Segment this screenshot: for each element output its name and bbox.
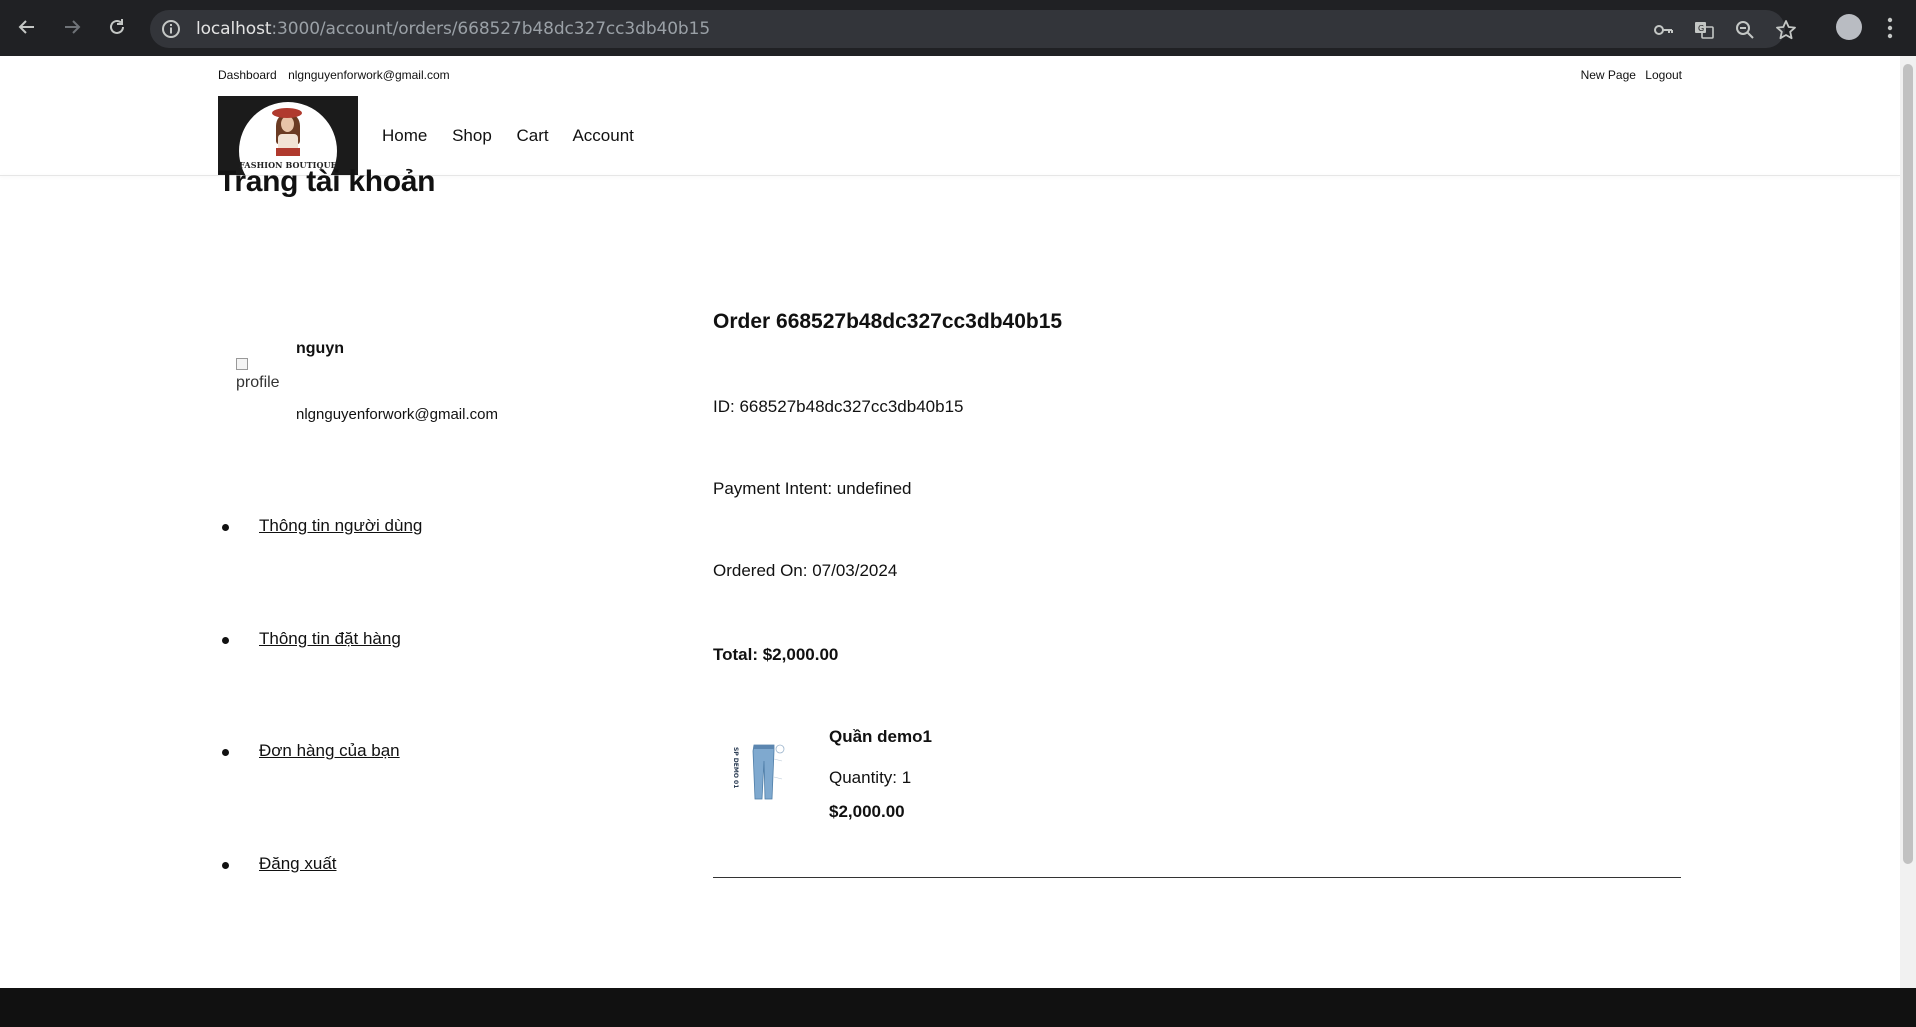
page-scrollbar[interactable] (1900, 56, 1916, 988)
page-title: Trang tài khoản (218, 165, 436, 198)
top-utility-bar: Dashboard nlgnguyenforwork@gmail.com New… (218, 68, 1682, 84)
nav-cart[interactable]: Cart (517, 126, 549, 145)
product-name[interactable]: Quần demo1 (829, 727, 932, 747)
main-nav: Home Shop Cart Account (382, 126, 654, 146)
bullet-icon (222, 862, 229, 869)
logo-hat (272, 108, 302, 118)
product-quantity: Quantity: 1 (829, 768, 912, 787)
site-logo[interactable]: FASHION BOUTIQUE (218, 96, 358, 176)
user-email-link[interactable]: nlgnguyenforwork@gmail.com (288, 68, 450, 82)
url-path: :3000/account/orders/668527b48dc327cc3db… (271, 19, 711, 39)
dashboard-link[interactable]: Dashboard (218, 68, 277, 82)
order-id: ID: 668527b48dc327cc3db40b15 (713, 397, 964, 416)
profile-name: nguyn (296, 340, 344, 357)
zoom-icon[interactable] (1734, 19, 1756, 41)
order-date: Ordered On: 07/03/2024 (713, 561, 898, 580)
logo-face (281, 116, 294, 132)
new-page-link[interactable]: New Page (1581, 68, 1636, 82)
your-orders-link[interactable]: Đơn hàng của bạn (259, 741, 400, 761)
star-icon[interactable] (1775, 19, 1797, 41)
order-item-divider (713, 877, 1681, 878)
reload-icon[interactable] (103, 13, 131, 41)
address-bar[interactable]: localhost:3000/account/orders/668527b48d… (150, 10, 1796, 48)
bullet-icon (222, 749, 229, 756)
footer-band (0, 988, 1916, 1027)
back-icon[interactable] (13, 13, 41, 41)
url-host: localhost (196, 19, 272, 39)
nav-home[interactable]: Home (382, 126, 427, 145)
kebab-menu-icon[interactable] (1880, 14, 1900, 42)
scrollbar-thumb[interactable] (1903, 64, 1913, 864)
avatar-alt-text: profile (236, 374, 280, 391)
url-text[interactable]: localhost:3000/account/orders/668527b48d… (196, 10, 710, 48)
order-total: Total: $2,000.00 (713, 645, 839, 664)
logout-link[interactable]: Logout (1645, 68, 1682, 82)
profile-email: nlgnguyenforwork@gmail.com (296, 406, 498, 423)
order-info-link[interactable]: Thông tin đặt hàng (259, 629, 401, 649)
browser-toolbar: localhost:3000/account/orders/668527b48d… (0, 0, 1916, 56)
forward-icon[interactable] (58, 13, 86, 41)
translate-icon[interactable]: G (1693, 19, 1715, 41)
side-logout-link[interactable]: Đăng xuất (259, 854, 337, 874)
product-thumbnail: SP DEMO 01 (728, 737, 790, 805)
broken-image-icon (236, 358, 248, 370)
svg-text:G: G (1698, 24, 1704, 33)
bullet-icon (222, 637, 229, 644)
product-thumb-text: SP DEMO 01 (732, 747, 739, 788)
profile-avatar-icon[interactable] (1836, 14, 1862, 40)
info-icon[interactable] (160, 18, 182, 40)
user-info-link[interactable]: Thông tin người dùng (259, 516, 422, 536)
password-key-icon[interactable] (1652, 19, 1674, 41)
nav-shop[interactable]: Shop (452, 126, 492, 145)
logo-skirt (276, 148, 300, 156)
order-payment-intent: Payment Intent: undefined (713, 479, 912, 498)
product-price: $2,000.00 (829, 802, 905, 821)
bullet-icon (222, 524, 229, 531)
nav-account[interactable]: Account (572, 126, 633, 145)
profile-avatar-image: profile (236, 356, 288, 400)
order-title: Order 668527b48dc327cc3db40b15 (713, 310, 1063, 333)
